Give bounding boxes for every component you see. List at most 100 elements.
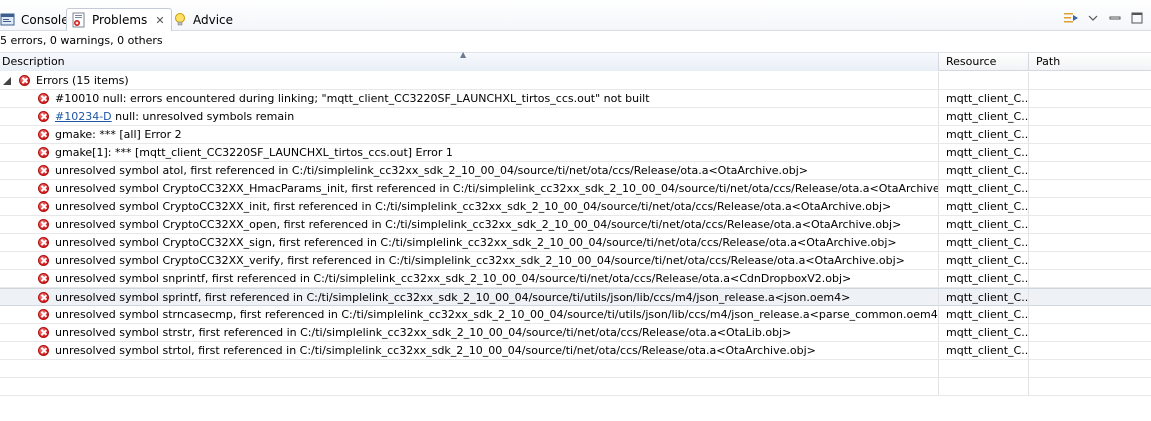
table-header: Description ▲ Resource Path	[0, 50, 1151, 71]
table-row[interactable]: unresolved symbol snprintf, first refere…	[0, 270, 1151, 288]
problem-message: unresolved symbol CryptoCC32XX_HmacParam…	[55, 182, 939, 195]
tab-console[interactable]: Console	[0, 8, 75, 31]
console-icon	[0, 12, 16, 28]
path-cell	[1030, 234, 1151, 251]
path-cell	[1030, 270, 1151, 287]
description-cell: unresolved symbol snprintf, first refere…	[0, 270, 939, 287]
filter-icon[interactable]	[1061, 10, 1081, 26]
description-cell: unresolved symbol strstr, first referenc…	[0, 324, 939, 341]
description-cell: unresolved symbol CryptoCC32XX_init, fir…	[0, 198, 939, 215]
group-resource-cell	[940, 72, 1029, 89]
description-cell: gmake[1]: *** [mqtt_client_CC3220SF_LAUN…	[0, 144, 939, 161]
description-cell: #10010 null: errors encountered during l…	[0, 90, 939, 107]
empty-cell	[1030, 360, 1151, 377]
resource-cell: mqtt_client_C...	[940, 180, 1029, 197]
resource-cell: mqtt_client_C...	[940, 270, 1029, 287]
lightbulb-icon	[172, 12, 188, 28]
table-row[interactable]: unresolved symbol atol, first referenced…	[0, 162, 1151, 180]
column-resource-label: Resource	[946, 55, 997, 68]
error-icon	[38, 201, 49, 212]
tab-console-label: Console	[21, 12, 69, 27]
table-row[interactable]: unresolved symbol strtol, first referenc…	[0, 342, 1151, 360]
table-row[interactable]: unresolved symbol sprintf, first referen…	[0, 288, 1151, 306]
close-icon[interactable]: ✕	[155, 14, 164, 27]
table-row[interactable]: #10010 null: errors encountered during l…	[0, 90, 1151, 108]
empty-cell	[940, 378, 1029, 395]
problems-icon	[71, 12, 87, 28]
maximize-icon[interactable]	[1127, 10, 1147, 26]
problem-description: gmake: *** [all] Error 2	[55, 126, 182, 143]
table-row[interactable]: unresolved symbol CryptoCC32XX_init, fir…	[0, 198, 1151, 216]
error-group-row[interactable]: Errors (15 items)	[0, 72, 1151, 90]
table-row[interactable]: unresolved symbol CryptoCC32XX_sign, fir…	[0, 234, 1151, 252]
empty-row	[0, 378, 1151, 396]
error-code-link[interactable]: #10234-D	[55, 110, 112, 123]
tab-advice[interactable]: Advice	[168, 8, 239, 31]
sort-ascending-icon: ▲	[460, 50, 467, 59]
path-cell	[1030, 252, 1151, 269]
table-row[interactable]: #10234-D null: unresolved symbols remain…	[0, 108, 1151, 126]
description-cell: unresolved symbol CryptoCC32XX_HmacParam…	[0, 180, 939, 197]
empty-cell	[0, 378, 939, 395]
path-cell	[1030, 289, 1151, 306]
table-row[interactable]: gmake[1]: *** [mqtt_client_CC3220SF_LAUN…	[0, 144, 1151, 162]
problem-message: #10010 null: errors encountered during l…	[55, 92, 650, 105]
column-description-label: Description	[2, 55, 65, 68]
column-header-path[interactable]: Path	[1030, 53, 1151, 71]
problem-message: unresolved symbol strtol, first referenc…	[55, 344, 816, 357]
error-icon	[38, 345, 49, 356]
error-icon	[38, 273, 49, 284]
group-label: Errors (15 items)	[36, 74, 129, 87]
table-row[interactable]: gmake: *** [all] Error 2 mqtt_client_C...	[0, 126, 1151, 144]
path-cell	[1030, 108, 1151, 125]
column-header-description[interactable]: Description ▲	[0, 50, 939, 71]
group-path-cell	[1030, 72, 1151, 89]
error-icon	[38, 129, 49, 140]
collapse-arrow-icon[interactable]	[3, 77, 11, 85]
resource-cell: mqtt_client_C...	[940, 126, 1029, 143]
error-icon	[38, 309, 49, 320]
path-cell	[1030, 180, 1151, 197]
problem-description: unresolved symbol CryptoCC32XX_HmacParam…	[55, 180, 939, 197]
resource-cell: mqtt_client_C...	[940, 90, 1029, 107]
path-cell	[1030, 216, 1151, 233]
path-cell	[1030, 342, 1151, 359]
description-cell: unresolved symbol CryptoCC32XX_sign, fir…	[0, 234, 939, 251]
problem-description: unresolved symbol sprintf, first referen…	[55, 289, 850, 306]
problem-message: unresolved symbol atol, first referenced…	[55, 164, 809, 177]
tab-problems[interactable]: Problems ✕	[66, 8, 172, 31]
resource-cell: mqtt_client_C...	[940, 306, 1029, 323]
table-row[interactable]: unresolved symbol strncasecmp, first ref…	[0, 306, 1151, 324]
description-cell: unresolved symbol strtol, first referenc…	[0, 342, 939, 359]
table-row[interactable]: unresolved symbol strstr, first referenc…	[0, 324, 1151, 342]
problem-description: unresolved symbol CryptoCC32XX_init, fir…	[55, 198, 891, 215]
tab-problems-label: Problems	[92, 13, 148, 27]
view-toolbar	[1059, 9, 1147, 27]
problem-message: unresolved symbol CryptoCC32XX_sign, fir…	[55, 236, 897, 249]
empty-cell	[940, 360, 1029, 377]
table-row[interactable]: unresolved symbol CryptoCC32XX_HmacParam…	[0, 180, 1151, 198]
problem-description: unresolved symbol snprintf, first refere…	[55, 270, 851, 287]
empty-cell	[0, 360, 939, 377]
column-header-resource[interactable]: Resource	[940, 53, 1029, 71]
minimize-icon[interactable]	[1105, 10, 1125, 26]
problems-summary: 5 errors, 0 warnings, 0 others	[0, 34, 163, 47]
problem-message: null: unresolved symbols remain	[111, 110, 295, 123]
resource-cell: mqtt_client_C...	[940, 108, 1029, 125]
table-row[interactable]: unresolved symbol CryptoCC32XX_verify, f…	[0, 252, 1151, 270]
description-cell: unresolved symbol strncasecmp, first ref…	[0, 306, 939, 323]
path-cell	[1030, 306, 1151, 323]
error-icon	[38, 219, 49, 230]
view-menu-icon[interactable]	[1083, 10, 1103, 26]
table-row[interactable]: unresolved symbol CryptoCC32XX_open, fir…	[0, 216, 1151, 234]
problem-message: unresolved symbol CryptoCC32XX_verify, f…	[55, 254, 905, 267]
description-cell: unresolved symbol sprintf, first referen…	[0, 289, 939, 306]
tab-advice-label: Advice	[193, 12, 234, 27]
description-cell: unresolved symbol CryptoCC32XX_open, fir…	[0, 216, 939, 233]
error-icon	[19, 75, 30, 86]
problem-message: unresolved symbol strncasecmp, first ref…	[55, 308, 939, 321]
description-cell: #10234-D null: unresolved symbols remain	[0, 108, 939, 125]
error-icon	[38, 327, 49, 338]
problem-description: unresolved symbol strtol, first referenc…	[55, 342, 816, 359]
path-cell	[1030, 90, 1151, 107]
